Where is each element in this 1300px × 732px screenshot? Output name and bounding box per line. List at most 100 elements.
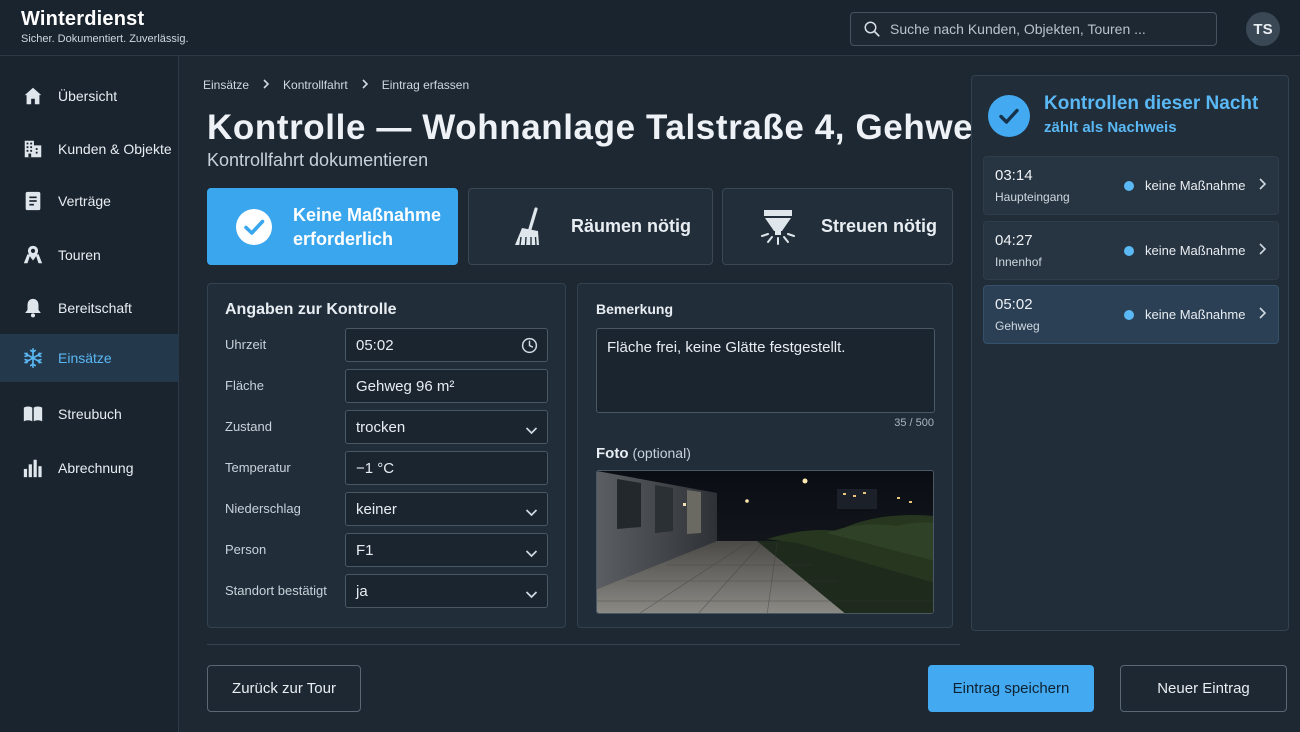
building-icon — [22, 138, 44, 160]
area-input[interactable]: Gehweg 96 m² — [345, 369, 548, 403]
sidebar-item-label: Übersicht — [58, 88, 118, 104]
check-time: 04:27 — [995, 232, 1033, 249]
location-value: ja — [356, 582, 368, 600]
avatar[interactable]: TS — [1246, 12, 1280, 46]
page-subtitle: Kontrollfahrt dokumentieren — [207, 150, 429, 170]
chevron-right-icon — [1258, 242, 1267, 261]
sidebar-item-label: Verträge — [58, 193, 111, 209]
check-time: 03:14 — [995, 167, 1033, 184]
save-entry-button[interactable]: Eintrag speichern — [928, 665, 1094, 712]
check-place: Innenhof — [995, 255, 1042, 269]
photo-thumbnail[interactable] — [596, 470, 934, 614]
sidebar-item-overview[interactable]: Übersicht — [0, 72, 179, 120]
choice-no-action-line1: Keine Maßnahme — [293, 204, 442, 225]
choice-spread-label: Streuen nötig — [821, 216, 937, 236]
remark-textarea[interactable]: Fläche frei, keine Glätte festgestellt. — [596, 328, 935, 413]
check-place: Haupteingang — [995, 190, 1070, 204]
field-label: Temperatur — [225, 460, 291, 475]
check-entry[interactable]: 04:27 Innenhof keine Maßnahme — [983, 221, 1279, 280]
sidebar-item-standby[interactable]: Bereitschaft — [0, 284, 179, 332]
sidebar-item-label: Bereitschaft — [58, 300, 132, 316]
photo-label: Foto (optional) — [596, 445, 691, 462]
field-area: Fläche Gehweg 96 m² — [225, 369, 548, 403]
remark-title: Bemerkung — [596, 301, 674, 317]
check-entry[interactable]: 05:02 Gehweg keine Maßnahme — [983, 285, 1279, 344]
sidebar-item-label: Touren — [58, 247, 101, 263]
time-value: 05:02 — [356, 336, 394, 354]
field-label: Fläche — [225, 378, 265, 393]
check-status: keine Maßnahme — [1145, 307, 1246, 322]
night-checks-title: Kontrollen dieser Nacht — [1044, 93, 1259, 114]
search-icon — [864, 21, 880, 37]
back-to-tour-button[interactable]: Zurück zur Tour — [207, 665, 361, 712]
sidebar-item-customers[interactable]: Kunden & Objekte — [0, 125, 179, 173]
clock-icon[interactable] — [521, 337, 538, 358]
choice-no-action[interactable]: Keine Maßnahme erforderlich — [207, 188, 458, 265]
details-title: Angaben zur Kontrolle — [225, 301, 397, 318]
sidebar-item-label: Abrechnung — [58, 460, 134, 476]
divider — [207, 644, 960, 645]
chevron-down-icon — [525, 545, 538, 562]
main-content: Einsätze Kontrollfahrt Eintrag erfassen … — [180, 56, 995, 732]
check-time: 05:02 — [995, 296, 1033, 313]
check-entry[interactable]: 03:14 Haupteingang keine Maßnahme — [983, 156, 1279, 215]
app-tagline: Sicher. Dokumentiert. Zuverlässig. — [21, 33, 189, 45]
choice-spread-needed[interactable]: Streuen nötig — [722, 188, 953, 265]
field-label: Zustand — [225, 419, 272, 434]
status-dot — [1124, 246, 1134, 256]
app-title: Winterdienst — [21, 8, 145, 30]
broom-icon — [511, 206, 547, 247]
sidebar-item-contracts[interactable]: Verträge — [0, 177, 179, 225]
choice-clear-label: Räumen nötig — [571, 216, 691, 236]
condition-select[interactable]: trocken — [345, 410, 548, 444]
chevron-right-icon — [1258, 306, 1267, 325]
breadcrumb: Einsätze Kontrollfahrt Eintrag erfassen — [203, 78, 469, 92]
field-temperature: Temperatur −1 °C — [225, 451, 548, 485]
home-icon — [22, 85, 44, 107]
person-select[interactable]: F1 — [345, 533, 548, 567]
field-person: Person F1 — [225, 533, 548, 567]
temperature-value: −1 °C — [356, 459, 395, 477]
night-checks-subtitle: zählt als Nachweis — [1044, 119, 1177, 136]
temperature-input[interactable]: −1 °C — [345, 451, 548, 485]
field-label: Niederschlag — [225, 501, 301, 516]
precipitation-select[interactable]: keiner — [345, 492, 548, 526]
breadcrumb-item-control-drive[interactable]: Kontrollfahrt — [283, 78, 348, 92]
chevron-down-icon — [525, 504, 538, 521]
breadcrumb-item-current: Eintrag erfassen — [381, 78, 470, 92]
bar-chart-icon — [22, 457, 44, 479]
condition-value: trocken — [356, 418, 406, 436]
sidebar-item-logbook[interactable]: Streubuch — [0, 390, 179, 438]
brand[interactable]: Winterdienst Sicher. Dokumentiert. Zuver… — [21, 8, 189, 45]
sidebar-item-billing[interactable]: Abrechnung — [0, 444, 179, 492]
choice-clear-needed[interactable]: Räumen nötig — [468, 188, 713, 265]
sidebar-item-label: Streubuch — [58, 406, 122, 422]
details-panel: Angaben zur Kontrolle Uhrzeit 05:02 Fläc… — [207, 283, 566, 628]
bell-icon — [22, 297, 44, 319]
check-place: Gehweg — [995, 319, 1040, 333]
search-input[interactable] — [890, 21, 1200, 37]
new-entry-button[interactable]: Neuer Eintrag — [1120, 665, 1287, 712]
search-box[interactable] — [850, 12, 1217, 46]
chevron-right-icon — [361, 78, 369, 92]
chevron-right-icon — [1258, 177, 1267, 196]
remark-panel: Bemerkung Fläche frei, keine Glätte fest… — [577, 283, 953, 628]
sidebar-item-label: Einsätze — [58, 350, 112, 366]
night-checks-panel: Kontrollen dieser Nacht zählt als Nachwe… — [971, 75, 1289, 631]
check-status: keine Maßnahme — [1145, 178, 1246, 193]
chevron-down-icon — [525, 586, 538, 603]
time-input[interactable]: 05:02 — [345, 328, 548, 362]
photo-optional-text: (optional) — [632, 445, 691, 461]
map-icon — [22, 244, 44, 266]
book-icon — [22, 403, 44, 425]
photo-label-text: Foto — [596, 445, 629, 462]
status-dot — [1124, 181, 1134, 191]
location-select[interactable]: ja — [345, 574, 548, 608]
snowflake-icon — [22, 347, 44, 369]
sidebar-item-tours[interactable]: Touren — [0, 231, 179, 279]
sidebar-item-operations[interactable]: Einsätze — [0, 334, 179, 382]
area-value: Gehweg 96 m² — [356, 377, 455, 395]
breadcrumb-item-operations[interactable]: Einsätze — [203, 78, 249, 92]
field-label: Uhrzeit — [225, 337, 267, 352]
spreader-icon — [759, 207, 797, 247]
